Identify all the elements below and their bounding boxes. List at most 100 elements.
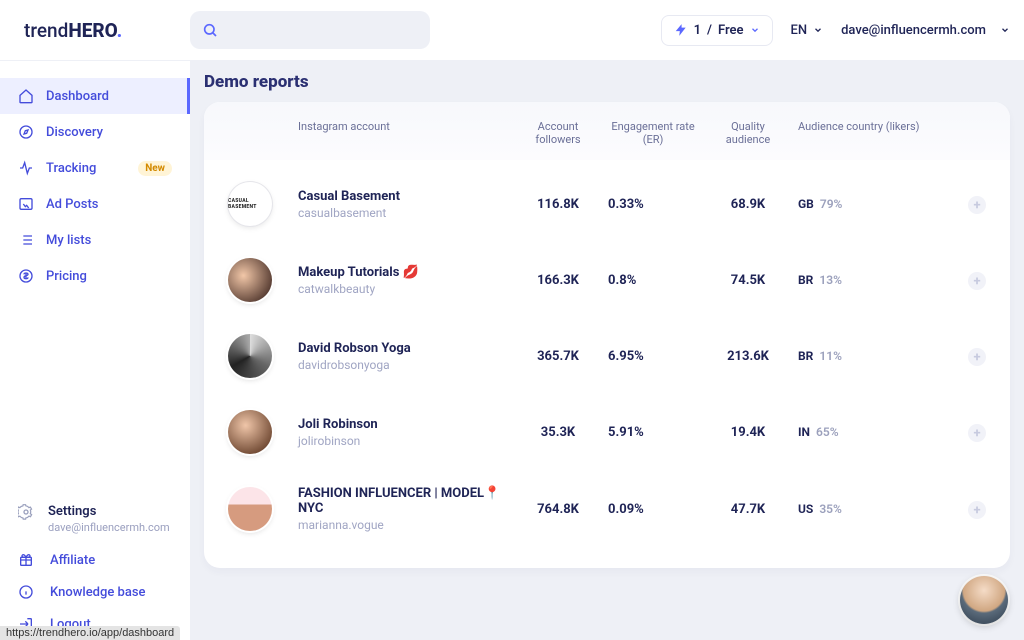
country-value: GB79%	[798, 197, 948, 211]
account-name: Casual Basement	[298, 189, 508, 204]
gift-icon	[18, 552, 34, 568]
col-header-country: Audience country (likers)	[798, 120, 948, 146]
sidebar-item-label: Tracking	[46, 161, 96, 176]
col-header-followers: Account followers	[518, 120, 598, 146]
compass-icon	[18, 124, 34, 140]
table-body: CASUAL BASEMENT Casual Basement casualba…	[204, 160, 1010, 568]
sidebar-item-label: Dashboard	[46, 89, 109, 104]
table-row[interactable]: David Robson Yoga davidrobsonyoga 365.7K…	[228, 318, 986, 394]
account-handle: catwalkbeauty	[298, 282, 508, 296]
add-button[interactable]: +	[968, 272, 986, 290]
page-title: Demo reports	[204, 72, 1010, 92]
app-logo[interactable]: trendHERO.	[14, 19, 190, 42]
country-value: BR11%	[798, 349, 948, 363]
sidebar-settings[interactable]: Settings dave@influencermh.com	[0, 494, 190, 544]
sidebar-knowledge[interactable]: Knowledge base	[0, 576, 190, 608]
account-name: Makeup Tutorials 💋	[298, 265, 508, 280]
avatar: CASUAL BASEMENT	[228, 182, 272, 226]
er-value: 6.95%	[608, 349, 698, 364]
followers-value: 166.3K	[518, 273, 598, 288]
main-content: Demo reports Instagram account Account f…	[190, 60, 1024, 640]
table-row[interactable]: FASHION INFLUENCER | MODEL📍NYC marianna.…	[228, 470, 986, 548]
list-icon	[18, 232, 34, 248]
sidebar-item-pricing[interactable]: Pricing	[0, 258, 190, 294]
avatar	[228, 258, 272, 302]
account-name: FASHION INFLUENCER | MODEL📍NYC	[298, 486, 508, 516]
bottom-link-label: Affiliate	[50, 553, 95, 568]
er-value: 0.8%	[608, 273, 698, 288]
sidebar-item-adposts[interactable]: Ad Posts	[0, 186, 190, 222]
account-handle: jolirobinson	[298, 434, 508, 448]
gear-icon	[18, 504, 34, 520]
sidebar-item-mylists[interactable]: My lists	[0, 222, 190, 258]
new-badge: New	[138, 161, 172, 176]
chevron-down-icon	[750, 25, 760, 35]
quality-value: 213.6K	[708, 349, 788, 364]
sidebar-affiliate[interactable]: Affiliate	[0, 544, 190, 576]
chevron-down-icon	[813, 25, 823, 35]
sidebar-item-discovery[interactable]: Discovery	[0, 114, 190, 150]
er-value: 0.09%	[608, 502, 698, 517]
avatar	[228, 487, 272, 531]
col-header-er: Engagement rate (ER)	[608, 120, 698, 146]
lang-label: EN	[791, 23, 808, 38]
sidebar-item-label: Pricing	[46, 269, 87, 284]
plan-sep: /	[707, 23, 712, 38]
plan-count: 1	[694, 23, 701, 38]
country-value: IN65%	[798, 425, 948, 439]
bottom-link-label: Knowledge base	[50, 585, 146, 600]
sidebar-item-tracking[interactable]: Tracking New	[0, 150, 190, 186]
add-button[interactable]: +	[968, 196, 986, 214]
table-row[interactable]: Makeup Tutorials 💋 catwalkbeauty 166.3K …	[228, 242, 986, 318]
logo-part-1: trend	[24, 19, 68, 42]
add-button[interactable]: +	[968, 348, 986, 366]
add-button[interactable]: +	[968, 501, 986, 519]
user-menu[interactable]: dave@influencermh.com	[841, 23, 1010, 38]
country-value: US35%	[798, 502, 948, 516]
account-name: David Robson Yoga	[298, 341, 508, 356]
plan-selector[interactable]: 1 / Free	[661, 15, 773, 46]
followers-value: 35.3K	[518, 425, 598, 440]
settings-title: Settings	[48, 504, 170, 519]
support-chat-bubble[interactable]	[960, 576, 1008, 624]
info-icon	[18, 584, 34, 600]
table-row[interactable]: CASUAL BASEMENT Casual Basement casualba…	[228, 166, 986, 242]
table-row[interactable]: Joli Robinson jolirobinson 35.3K 5.91% 1…	[228, 394, 986, 470]
followers-value: 116.8K	[518, 197, 598, 212]
user-email: dave@influencermh.com	[841, 23, 986, 38]
er-value: 5.91%	[608, 425, 698, 440]
logo-part-2: HERO	[68, 19, 116, 42]
search-input[interactable]	[190, 11, 430, 49]
er-value: 0.33%	[608, 197, 698, 212]
sidebar: Dashboard Discovery Tracking New Ad Post…	[0, 60, 190, 640]
add-button[interactable]: +	[968, 424, 986, 442]
table-header: Instagram account Account followers Enga…	[204, 102, 1010, 160]
col-header-name: Instagram account	[298, 120, 508, 146]
country-value: BR13%	[798, 273, 948, 287]
settings-subtitle: dave@influencermh.com	[48, 521, 170, 534]
language-selector[interactable]: EN	[791, 23, 824, 38]
quality-value: 19.4K	[708, 425, 788, 440]
activity-icon	[18, 160, 34, 176]
image-icon	[18, 196, 34, 212]
sidebar-item-dashboard[interactable]: Dashboard	[0, 78, 190, 114]
followers-value: 764.8K	[518, 502, 598, 517]
bolt-icon	[674, 23, 688, 37]
logo-dot: .	[117, 19, 123, 42]
plan-name: Free	[718, 23, 744, 38]
reports-card: Instagram account Account followers Enga…	[204, 102, 1010, 568]
search-icon	[202, 22, 218, 38]
main-nav: Dashboard Discovery Tracking New Ad Post…	[0, 78, 190, 294]
account-handle: marianna.vogue	[298, 518, 508, 532]
avatar	[228, 410, 272, 454]
sidebar-item-label: My lists	[46, 233, 91, 248]
top-bar: trendHERO. 1 / Free EN dave@influencermh…	[0, 0, 1024, 60]
avatar	[228, 334, 272, 378]
account-handle: davidrobsonyoga	[298, 358, 508, 372]
col-header-quality: Quality audience	[708, 120, 788, 146]
account-name: Joli Robinson	[298, 417, 508, 432]
home-icon	[18, 88, 34, 104]
account-handle: casualbasement	[298, 206, 508, 220]
browser-status-url: https://trendhero.io/app/dashboard	[0, 626, 180, 640]
quality-value: 47.7K	[708, 502, 788, 517]
